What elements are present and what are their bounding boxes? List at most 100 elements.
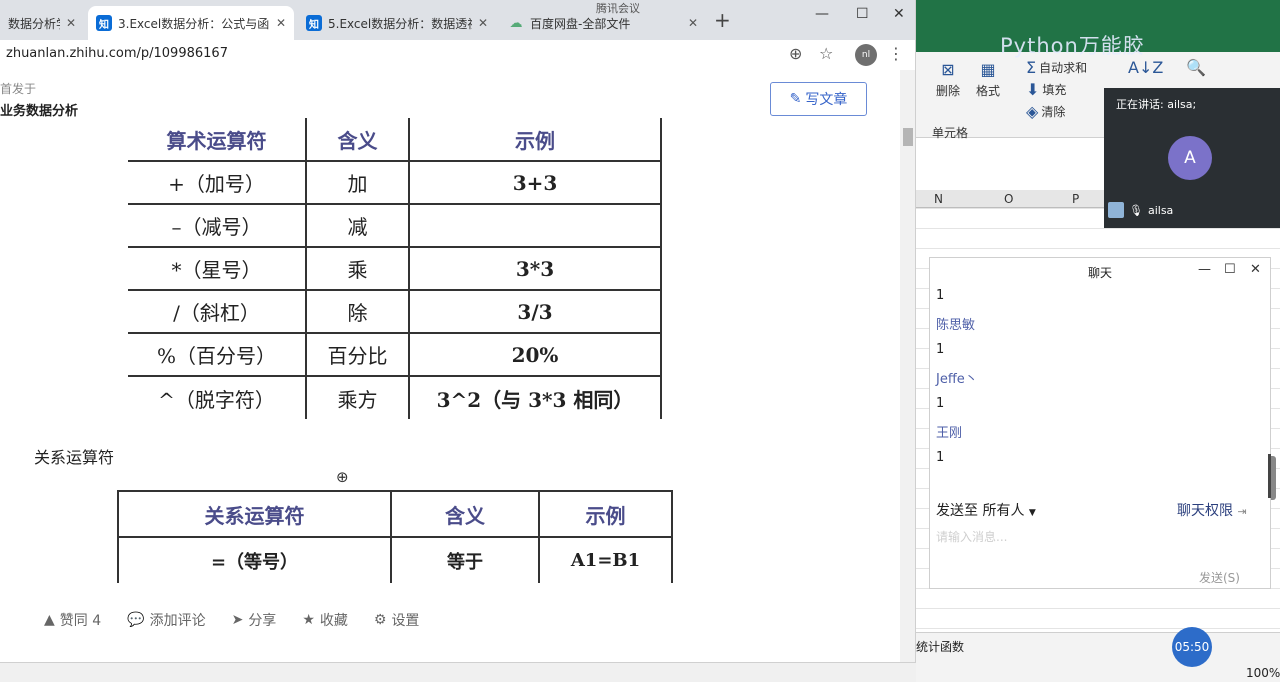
arithmetic-operators-table: 算术运算符 含义 示例 +（加号） 加 3+3 –（减号） 减 *（星号） 乘 … xyxy=(128,118,662,419)
favorite-button[interactable]: ★ 收藏 xyxy=(302,610,348,630)
table-row: %（百分号） 百分比 20% xyxy=(128,332,662,376)
zoom-in-icon[interactable]: ⊕ xyxy=(336,468,349,486)
tab-excel-pivot[interactable]: 知 5.Excel数据分析：数据透视 ✕ xyxy=(298,6,496,40)
chat-message: 1 xyxy=(936,450,945,465)
profile-avatar[interactable]: nl xyxy=(855,44,877,66)
url-text[interactable]: zhuanlan.zhihu.com/p/109986167 xyxy=(6,46,228,61)
address-bar[interactable]: zhuanlan.zhihu.com/p/109986167 ⊕ ☆ ⋮ xyxy=(0,40,915,70)
section-title: 关系运算符 xyxy=(34,448,115,467)
delete-button[interactable]: ⊠ 删除 xyxy=(936,60,960,99)
comment-button[interactable]: 💬 添加评论 xyxy=(127,610,205,630)
table-header: 示例 xyxy=(538,490,673,537)
write-article-label: 写文章 xyxy=(805,92,848,108)
table-row: ^（脱字符） 乘方 3^2（与 3*3 相同） xyxy=(128,375,662,419)
cells-group-label: 单元格 xyxy=(932,126,969,140)
tab-label: 百度网盘-全部文件 xyxy=(530,16,631,31)
comment-icon: 💬 xyxy=(127,612,145,628)
send-to-value: 所有人 xyxy=(982,503,1025,519)
clear-button[interactable]: ◈ 清除 xyxy=(1026,102,1065,121)
column-header[interactable]: O xyxy=(1004,192,1013,206)
write-article-button[interactable]: ✎ 写文章 xyxy=(770,82,867,116)
autosum-label: 自动求和 xyxy=(1039,61,1088,75)
chat-permissions-label: 聊天权限 xyxy=(1177,503,1233,519)
table-cell: A1=B1 xyxy=(538,536,673,583)
table-header: 算术运算符 xyxy=(128,118,307,161)
column-name[interactable]: 业务数据分析 xyxy=(0,100,78,119)
zoom-level[interactable]: 100% xyxy=(1246,666,1280,680)
maximize-icon[interactable]: ☐ xyxy=(1224,262,1236,277)
scrollbar[interactable] xyxy=(900,70,915,662)
star-icon[interactable]: ☆ xyxy=(819,44,833,63)
eraser-icon: ◈ xyxy=(1026,102,1039,121)
upvote-icon: ▲ xyxy=(44,612,55,628)
menu-icon[interactable]: ⋮ xyxy=(888,44,904,63)
close-icon[interactable]: ✕ xyxy=(478,16,488,30)
close-icon[interactable]: ✕ xyxy=(276,16,286,30)
column-header[interactable]: P xyxy=(1072,192,1079,206)
minimize-icon[interactable]: — xyxy=(1198,262,1211,277)
table-cell: 3*3 xyxy=(408,246,662,290)
chat-message: 1 xyxy=(936,396,945,411)
excel-status-bar xyxy=(916,632,1280,682)
close-window-icon[interactable]: ✕ xyxy=(893,6,905,22)
table-cell: 乘 xyxy=(305,246,410,290)
close-icon[interactable]: ✕ xyxy=(688,16,698,30)
table-header: 示例 xyxy=(408,118,662,161)
new-tab-button[interactable]: + xyxy=(714,8,731,32)
close-icon[interactable]: ✕ xyxy=(66,16,76,30)
chat-message: 1 xyxy=(936,288,945,303)
table-cell: 20% xyxy=(408,332,662,376)
chat-title: 聊天 xyxy=(1087,266,1112,280)
comment-label: 添加评论 xyxy=(149,613,206,629)
scrollbar-thumb[interactable] xyxy=(903,128,913,146)
chat-permissions-button[interactable]: 聊天权限 ⇥ xyxy=(1177,500,1247,520)
close-icon[interactable]: ✕ xyxy=(1250,262,1261,277)
settings-button[interactable]: ⚙ 设置 xyxy=(374,610,420,630)
table-header-row: 算术运算符 含义 示例 xyxy=(128,118,662,161)
search-icon: 🔍 xyxy=(1186,58,1206,77)
article-action-bar: ▲ 赞同 4 💬 添加评论 ➤ 分享 ★ 收藏 ⚙ 设置 xyxy=(0,600,900,640)
column-header[interactable]: N xyxy=(934,192,943,206)
find-select-button[interactable]: 🔍 xyxy=(1186,58,1206,77)
published-label: 首发于 xyxy=(0,82,37,96)
chat-sender: Jeffe丶 xyxy=(936,372,978,387)
table-cell: 等于 xyxy=(390,536,540,583)
tab-label: 数据分析学 xyxy=(8,16,60,31)
scrollbar[interactable] xyxy=(1268,454,1271,498)
tab-data-analysis[interactable]: 数据分析学 ✕ xyxy=(0,6,84,40)
fill-button[interactable]: ⬇ 填充 xyxy=(1026,80,1066,99)
send-to-selector[interactable]: 发送至 所有人 ▼ xyxy=(936,500,1036,520)
send-button[interactable]: 发送(S) xyxy=(1199,569,1240,586)
table-cell: 3/3 xyxy=(408,289,662,333)
autosum-button[interactable]: Σ 自动求和 xyxy=(1026,58,1087,77)
status-bar xyxy=(0,662,916,682)
format-button[interactable]: ▦ 格式 xyxy=(976,60,1000,99)
sort-filter-button[interactable]: A↓Z xyxy=(1128,58,1163,77)
chat-input[interactable]: 请输入消息... xyxy=(936,528,1007,545)
format-icon: ▦ xyxy=(980,60,996,79)
edit-icon: ✎ xyxy=(789,91,802,107)
sheet-tab[interactable]: 统计函数 xyxy=(916,638,964,655)
like-button[interactable]: ▲ 赞同 4 xyxy=(44,610,101,630)
table-cell: 减 xyxy=(305,203,410,247)
chevron-down-icon: ▼ xyxy=(1028,508,1036,518)
maximize-icon[interactable]: ☐ xyxy=(856,6,869,22)
watermark: Python万能胶 xyxy=(1000,34,1145,58)
fill-down-icon: ⬇ xyxy=(1026,80,1040,99)
zhihu-icon: 知 xyxy=(306,15,322,31)
favorite-label: 收藏 xyxy=(319,613,348,629)
minimize-icon[interactable]: — xyxy=(815,6,829,22)
like-label: 赞同 4 xyxy=(59,613,102,629)
meeting-label: 腾讯会议 xyxy=(596,2,640,15)
table-cell: 百分比 xyxy=(305,332,410,376)
chat-sender: 陈思敏 xyxy=(936,318,976,333)
zhihu-icon: 知 xyxy=(96,15,112,31)
tab-excel-formulas[interactable]: 知 3.Excel数据分析：公式与函 ✕ xyxy=(88,6,294,40)
star-icon: ★ xyxy=(302,612,315,628)
table-header: 含义 xyxy=(305,118,410,161)
table-cell: 3^2（与 3*3 相同） xyxy=(408,375,662,419)
zoom-icon[interactable]: ⊕ xyxy=(789,44,802,63)
speaking-indicator: 正在讲话: ailsa; xyxy=(1116,98,1197,111)
sigma-icon: Σ xyxy=(1026,58,1037,77)
share-button[interactable]: ➤ 分享 xyxy=(232,610,277,630)
